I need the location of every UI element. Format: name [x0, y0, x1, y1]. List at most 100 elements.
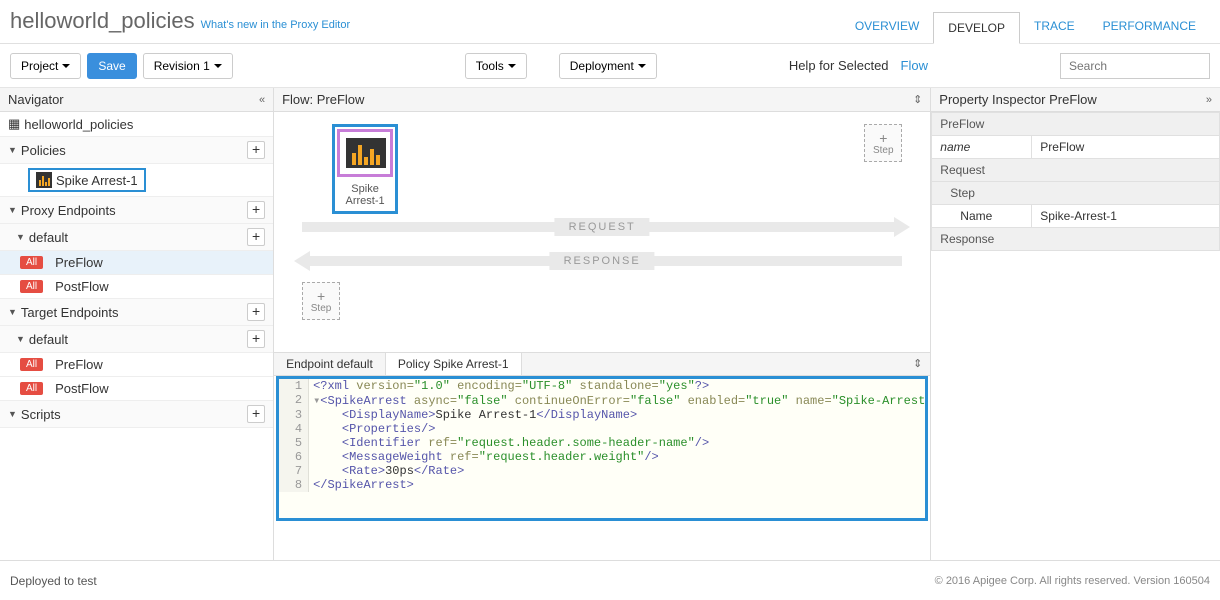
- policy-name: Spike Arrest-1: [56, 173, 138, 188]
- step-name-label: Name: [932, 205, 1032, 228]
- add-target-endpoint-button[interactable]: +: [247, 303, 265, 321]
- add-flow-button[interactable]: +: [247, 228, 265, 246]
- nav-root-label: helloworld_policies: [24, 117, 133, 132]
- prop-name-label: name: [932, 136, 1032, 159]
- flow-policy-card[interactable]: Spike Arrest-1: [332, 124, 398, 214]
- collapse-icon[interactable]: »: [1206, 94, 1212, 106]
- line-number: 3: [279, 408, 309, 422]
- expand-icon: ▼: [16, 334, 25, 344]
- code-line: <MessageWeight ref="request.header.weigh…: [309, 450, 659, 464]
- whats-new-link[interactable]: What's new in the Proxy Editor: [201, 19, 350, 31]
- collapse-icon[interactable]: «: [259, 94, 265, 106]
- expand-icon: ▼: [8, 307, 17, 317]
- nav-scripts[interactable]: ▼ Scripts +: [0, 401, 273, 428]
- caret-icon: [638, 64, 646, 68]
- postflow-label: PostFlow: [55, 381, 108, 396]
- add-target-flow-button[interactable]: +: [247, 330, 265, 348]
- code-line: </SpikeArrest>: [309, 478, 414, 492]
- add-step-request[interactable]: +Step: [864, 124, 902, 162]
- all-badge: All: [20, 382, 43, 395]
- all-badge: All: [20, 280, 43, 293]
- code-line: <Properties/>: [309, 422, 435, 436]
- line-number: 4: [279, 422, 309, 436]
- tab-performance[interactable]: PERFORMANCE: [1089, 11, 1210, 43]
- tools-dropdown[interactable]: Tools: [465, 53, 527, 79]
- copyright: © 2016 Apigee Corp. All rights reserved.…: [935, 575, 1210, 587]
- property-inspector: Property Inspector PreFlow » PreFlow name…: [931, 88, 1220, 560]
- nav-proxy-default[interactable]: ▼ default +: [0, 224, 273, 251]
- tab-overview[interactable]: OVERVIEW: [841, 11, 933, 43]
- postflow-label: PostFlow: [55, 279, 108, 294]
- all-badge: All: [20, 358, 43, 371]
- proxy-endpoints-label: Proxy Endpoints: [21, 203, 116, 218]
- nav-target-preflow[interactable]: All PreFlow: [0, 353, 273, 377]
- deployment-dropdown[interactable]: Deployment: [559, 53, 657, 79]
- help-flow-link[interactable]: Flow: [901, 58, 928, 73]
- code-tab-endpoint[interactable]: Endpoint default: [274, 353, 386, 375]
- nav-proxy-endpoints[interactable]: ▼Proxy Endpoints+: [0, 197, 273, 224]
- caret-icon: [508, 64, 516, 68]
- step-name-value[interactable]: Spike-Arrest-1: [1032, 205, 1220, 228]
- default-label: default: [29, 332, 68, 347]
- nav-proxy-postflow[interactable]: All PostFlow: [0, 275, 273, 299]
- request-lane-label: REQUEST: [555, 218, 650, 236]
- code-line: <Identifier ref="request.header.some-hea…: [309, 436, 709, 450]
- inspector-section: Response: [932, 228, 1220, 251]
- nav-target-postflow[interactable]: All PostFlow: [0, 377, 273, 401]
- revision-label: Revision 1: [154, 59, 210, 73]
- expand-code-icon[interactable]: ⇕: [905, 353, 930, 375]
- nav-target-default[interactable]: ▼ default +: [0, 326, 273, 353]
- nav-policy-item[interactable]: Spike Arrest-1: [0, 164, 273, 197]
- line-number: 1: [279, 379, 309, 393]
- add-policy-button[interactable]: +: [247, 141, 265, 159]
- deploy-status: Deployed to test: [10, 574, 97, 588]
- code-editor[interactable]: 1<?xml version="1.0" encoding="UTF-8" st…: [276, 376, 928, 521]
- all-badge: All: [20, 256, 43, 269]
- code-line: <?xml version="1.0" encoding="UTF-8" sta…: [309, 379, 709, 393]
- inspector-section: Request: [932, 159, 1220, 182]
- revision-dropdown[interactable]: Revision 1: [143, 53, 233, 79]
- search-input[interactable]: [1060, 53, 1210, 79]
- nav-target-endpoints[interactable]: ▼ Target Endpoints +: [0, 299, 273, 326]
- add-proxy-endpoint-button[interactable]: +: [247, 201, 265, 219]
- policy-card-label: Spike Arrest-1: [335, 179, 395, 211]
- step-label: Step: [311, 303, 332, 314]
- code-line: <DisplayName>Spike Arrest-1</DisplayName…: [309, 408, 637, 422]
- preflow-label: PreFlow: [55, 255, 103, 270]
- preflow-label: PreFlow: [55, 357, 103, 372]
- page-title: helloworld_policies: [10, 8, 195, 34]
- help-label: Help for Selected: [789, 58, 889, 73]
- inspector-section: Step: [932, 182, 1220, 205]
- target-endpoints-label: Target Endpoints: [21, 305, 119, 320]
- flow-title: Flow: PreFlow: [282, 92, 364, 107]
- response-lane-label: RESPONSE: [550, 252, 655, 270]
- tab-develop[interactable]: DEVELOP: [933, 12, 1020, 44]
- inspector-section: PreFlow: [932, 113, 1220, 136]
- save-button[interactable]: Save: [87, 53, 136, 79]
- arrow-right-icon: [894, 217, 910, 237]
- project-dropdown[interactable]: Project: [10, 53, 81, 79]
- scripts-label: Scripts: [21, 407, 61, 422]
- line-number: 7: [279, 464, 309, 478]
- expand-icon[interactable]: ⇕: [913, 93, 922, 106]
- add-script-button[interactable]: +: [247, 405, 265, 423]
- expand-icon: ▼: [16, 232, 25, 242]
- caret-icon: [62, 64, 70, 68]
- bar-chart-icon: [36, 172, 52, 188]
- line-number: 5: [279, 436, 309, 450]
- inspector-title: Property Inspector PreFlow: [939, 92, 1097, 107]
- expand-icon: ▼: [8, 409, 17, 419]
- tools-label: Tools: [476, 59, 504, 73]
- prop-name-value[interactable]: PreFlow: [1032, 136, 1220, 159]
- tab-trace[interactable]: TRACE: [1020, 11, 1089, 43]
- nav-policies-label: Policies: [21, 143, 66, 158]
- nav-root[interactable]: ▦helloworld_policies: [0, 112, 273, 137]
- add-step-response[interactable]: +Step: [302, 282, 340, 320]
- default-label: default: [29, 230, 68, 245]
- nav-policies[interactable]: ▼Policies+: [0, 137, 273, 164]
- code-line: <Rate>30ps</Rate>: [309, 464, 464, 478]
- line-number: 2: [279, 393, 309, 408]
- arrow-left-icon: [294, 251, 310, 271]
- code-tab-policy[interactable]: Policy Spike Arrest-1: [386, 353, 522, 375]
- nav-proxy-preflow[interactable]: All PreFlow: [0, 251, 273, 275]
